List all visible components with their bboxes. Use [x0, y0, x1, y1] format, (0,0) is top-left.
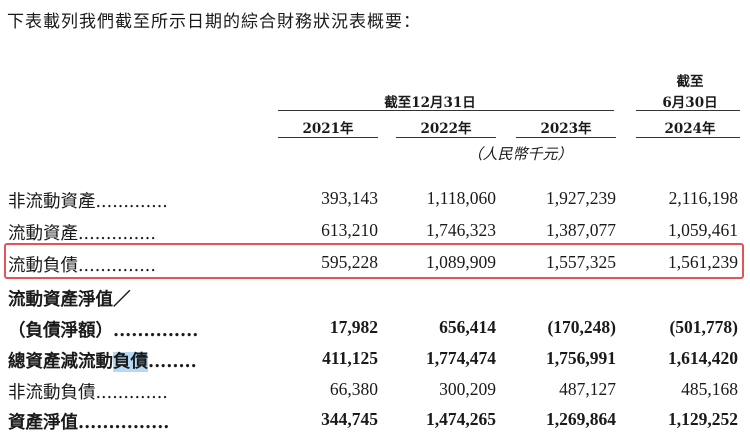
- cell-2023: 1,756,991: [546, 348, 616, 368]
- cell-2024: 1,129,252: [668, 409, 738, 429]
- row-label: 資產淨值...............: [8, 413, 170, 433]
- cell-2024: 1,614,420: [668, 348, 738, 368]
- cell-2023: 1,927,239: [546, 188, 616, 208]
- cell-2024: 1,059,461: [668, 220, 738, 240]
- cell-2023: (170,248): [547, 317, 616, 337]
- table-row: 總資產減流動負債........ 411,125 1,774,474 1,756…: [0, 343, 750, 373]
- table-row: 流動資產.............. 613,210 1,746,323 1,3…: [0, 215, 750, 245]
- year-rule-2022: [396, 137, 496, 138]
- cell-2024: 1,561,239: [668, 252, 738, 272]
- selected-text[interactable]: 負債: [113, 352, 148, 372]
- row-label-post: ........: [148, 352, 197, 372]
- header-year-2021: 2021年: [302, 121, 354, 137]
- row-label: 流動資產淨值／: [8, 290, 131, 310]
- cell-2024: 2,116,198: [668, 188, 738, 208]
- table-row: 流動資產淨值／: [0, 281, 750, 311]
- cell-2023: 1,557,325: [546, 252, 616, 272]
- year-rule-2023: [516, 137, 616, 138]
- intro-text: 下表載列我們截至所示日期的綜合財務狀況表概要：: [7, 12, 421, 32]
- header-year-2024: 2024年: [664, 121, 716, 137]
- row-label-pre: 總資產減流動: [8, 352, 113, 372]
- row-label: 非流動負債.............: [8, 383, 168, 403]
- header-group-dec31: 截至12月31日: [384, 95, 476, 111]
- table-row: 非流動資產............. 393,143 1,118,060 1,9…: [0, 183, 750, 213]
- row-label: （負債淨額）..............: [8, 321, 199, 341]
- cell-2021: 613,210: [321, 220, 378, 240]
- cell-2022: 1,089,909: [426, 252, 496, 272]
- unit-label: （人民幣千元）: [467, 145, 573, 163]
- header-rule-group: [278, 110, 614, 111]
- header-rule-right: [636, 110, 740, 111]
- cell-2021: 595,228: [321, 252, 378, 272]
- cell-2023: 1,387,077: [546, 220, 616, 240]
- cell-2024: 485,168: [681, 379, 738, 399]
- cell-2021: 17,982: [329, 317, 378, 337]
- year-rule-2024: [636, 137, 740, 138]
- cell-2022: 1,474,265: [426, 409, 496, 429]
- cell-2021: 344,745: [321, 409, 378, 429]
- year-rule-2021: [278, 137, 378, 138]
- header-right-top-2: 6月30日: [662, 95, 718, 111]
- cell-2022: 1,746,323: [426, 220, 496, 240]
- header-year-2023: 2023年: [540, 121, 592, 137]
- cell-2023: 1,269,864: [546, 409, 616, 429]
- cell-2021: 393,143: [321, 188, 378, 208]
- cell-2022: 1,774,474: [426, 348, 496, 368]
- row-label: 非流動資產.............: [8, 192, 168, 212]
- table-row-highlighted: 流動負債.............. 595,228 1,089,909 1,5…: [0, 247, 750, 277]
- table-row: 非流動負債............. 66,380 300,209 487,12…: [0, 374, 750, 404]
- cell-2022: 656,414: [439, 317, 496, 337]
- row-label: 流動負債..............: [8, 256, 156, 276]
- cell-2024: (501,778): [669, 317, 738, 337]
- table-row: 資產淨值............... 344,745 1,474,265 1,…: [0, 404, 750, 434]
- cell-2021: 411,125: [322, 348, 378, 368]
- header-right-top-1: 截至: [676, 74, 704, 90]
- row-label[interactable]: 總資產減流動負債........: [8, 348, 197, 373]
- cell-2023: 487,127: [559, 379, 616, 399]
- row-label: 流動資產..............: [8, 224, 156, 244]
- cell-2022: 1,118,060: [426, 188, 496, 208]
- cell-2021: 66,380: [329, 379, 378, 399]
- cell-2022: 300,209: [439, 379, 496, 399]
- header-year-2022: 2022年: [420, 121, 472, 137]
- table-row: （負債淨額）.............. 17,982 656,414 (170…: [0, 312, 750, 342]
